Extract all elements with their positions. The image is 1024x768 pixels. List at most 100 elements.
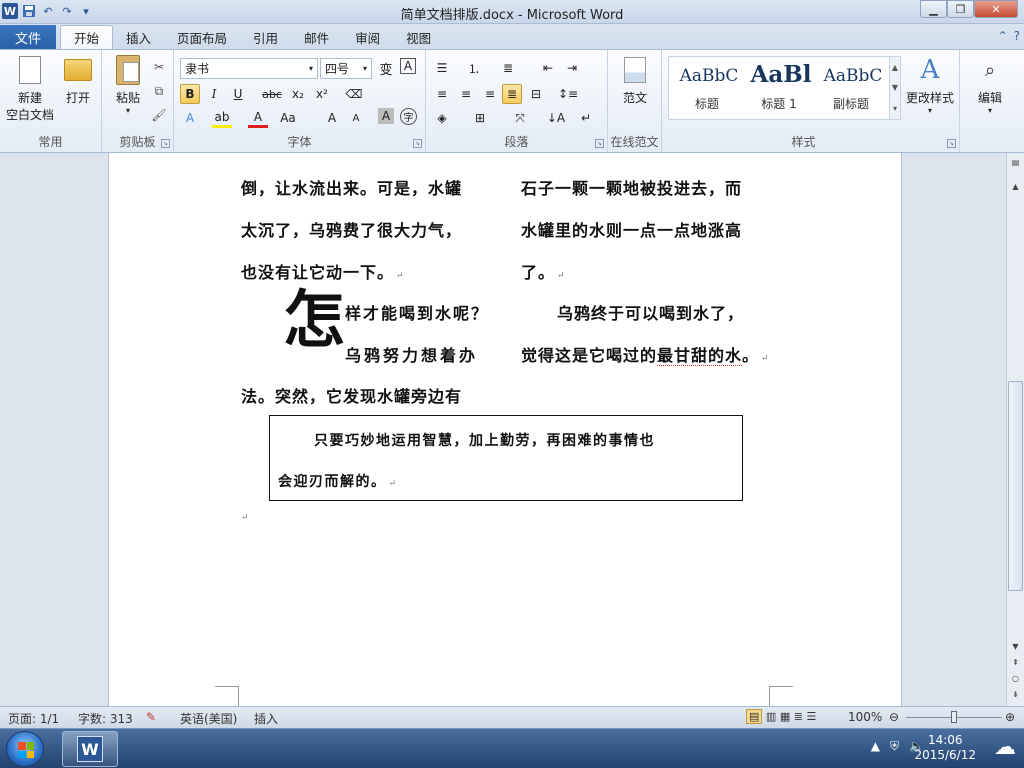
weather-gadget-icon[interactable]: ☁ <box>994 735 1016 760</box>
underline-button[interactable]: U <box>228 84 248 104</box>
scroll-up-icon[interactable]: ▲ <box>1009 181 1022 193</box>
print-layout-icon[interactable]: ▤ <box>746 709 763 724</box>
style-item-heading1[interactable]: AaBl 标题 1 <box>743 59 815 117</box>
align-right-icon[interactable]: ≡ <box>480 84 500 104</box>
increase-indent-icon[interactable]: ⇥ <box>562 58 582 78</box>
chinese-layout-icon[interactable]: ⤧ <box>510 108 530 128</box>
cut-icon[interactable]: ✂ <box>150 58 168 76</box>
chevron-up-icon[interactable]: ▲ <box>892 63 898 72</box>
grow-font-button[interactable]: A <box>322 108 342 128</box>
ruler-toggle-icon[interactable]: ▤ <box>1009 157 1022 169</box>
text-effects-icon[interactable]: A <box>180 108 200 128</box>
decrease-indent-icon[interactable]: ⇤ <box>538 58 558 78</box>
tab-mailings[interactable]: 邮件 <box>291 25 342 49</box>
line-spacing-icon[interactable]: ↕≡ <box>558 84 578 104</box>
character-border-icon[interactable]: A <box>400 58 416 74</box>
bullets-icon[interactable]: ☰ <box>432 58 452 78</box>
change-styles-icon: A <box>920 55 940 85</box>
bold-button[interactable]: B <box>180 84 200 104</box>
chevron-down-icon[interactable]: ▼ <box>892 83 898 92</box>
minimize-ribbon-icon[interactable]: ⌃ <box>998 29 1008 43</box>
scroll-down-icon[interactable]: ▼ <box>1009 641 1022 653</box>
close-icon[interactable]: ✕ <box>974 0 1018 18</box>
help-icon[interactable]: ? <box>1014 29 1020 43</box>
page-count[interactable]: 页面: 1/1 <box>8 710 59 727</box>
zoom-slider-knob[interactable] <box>951 711 957 723</box>
clear-formatting-icon[interactable]: ⌫ <box>344 84 364 104</box>
previous-page-icon[interactable]: ⇞ <box>1009 657 1022 669</box>
format-painter-icon[interactable]: 🖌 <box>150 106 168 124</box>
italic-button[interactable]: I <box>204 84 224 104</box>
strikethrough-button[interactable]: abc <box>262 84 282 104</box>
draft-icon[interactable]: ☰ <box>806 710 816 723</box>
subscript-button[interactable]: x₂ <box>288 84 308 104</box>
tab-file[interactable]: 文件 <box>0 25 56 49</box>
tab-view[interactable]: 视图 <box>393 25 444 49</box>
outline-icon[interactable]: ≣ <box>794 710 803 723</box>
style-item-subtitle[interactable]: AaBbC 副标题 <box>815 59 887 117</box>
document-page[interactable]: 倒，让水流出来。可是，水罐 太沉了，乌鸦费了很大力气， 也没有让它动一下。 ↵ 石… <box>108 153 902 706</box>
tab-review[interactable]: 审阅 <box>342 25 393 49</box>
restore-icon[interactable]: ❐ <box>947 0 974 18</box>
quote-textbox[interactable]: 只要巧妙地运用智慧，加上勤劳，再困难的事情也 会迎刃而解的。 ↵ <box>269 415 743 501</box>
taskbar-word-button[interactable]: W <box>62 731 118 767</box>
zoom-level[interactable]: 100% <box>848 710 882 724</box>
show-hidden-icons-icon[interactable]: ▲ <box>871 739 880 754</box>
more-icon[interactable]: ▾ <box>893 104 897 113</box>
language-indicator[interactable]: 英语(美国) <box>180 710 237 727</box>
insert-mode[interactable]: 插入 <box>254 710 278 727</box>
enclose-characters-icon[interactable]: 字 <box>400 108 417 125</box>
vertical-scrollbar[interactable]: ▤ ▲ ▼ ⇞ ○ ⇟ <box>1006 153 1024 706</box>
paste-button[interactable]: 粘贴 ▾ <box>106 54 150 115</box>
change-case-button[interactable]: Aa <box>278 108 298 128</box>
highlight-icon[interactable]: ab <box>212 108 232 128</box>
full-screen-reading-icon[interactable]: ▥ <box>766 710 776 723</box>
font-color-icon[interactable]: A <box>248 108 268 128</box>
zoom-in-icon[interactable]: ⊕ <box>1005 710 1015 724</box>
tab-references[interactable]: 引用 <box>240 25 291 49</box>
web-layout-icon[interactable]: ▦ <box>780 710 790 723</box>
superscript-button[interactable]: x² <box>312 84 332 104</box>
select-browse-object-icon[interactable]: ○ <box>1009 673 1022 685</box>
shrink-font-button[interactable]: A <box>346 108 366 128</box>
sample-essay-button[interactable]: 范文 <box>616 54 654 106</box>
tab-page-layout[interactable]: 页面布局 <box>164 25 240 49</box>
font-launcher-icon[interactable]: ↘ <box>413 139 422 148</box>
numbering-icon[interactable]: ⒈ <box>464 58 484 78</box>
system-clock[interactable]: 14:06 2015/6/12 <box>914 733 976 763</box>
proofing-icon[interactable]: ✎ <box>146 710 156 724</box>
change-styles-button[interactable]: A 更改样式 ▾ <box>902 54 958 115</box>
font-name-combo[interactable]: 隶书 ▾ <box>180 58 318 79</box>
left-column-line: 法。突然，它发现水罐旁边有 <box>241 387 463 406</box>
show-marks-icon[interactable]: ↵ <box>576 108 596 128</box>
style-item-title[interactable]: AaBbC 标题 <box>671 59 743 117</box>
character-shading-icon[interactable]: A <box>378 108 394 124</box>
shading-icon[interactable]: ◈ <box>432 108 452 128</box>
clipboard-launcher-icon[interactable]: ↘ <box>161 139 170 148</box>
word-count[interactable]: 字数: 313 <box>78 710 133 727</box>
minimize-icon[interactable]: ▁ <box>920 0 947 18</box>
next-page-icon[interactable]: ⇟ <box>1009 689 1022 701</box>
styles-launcher-icon[interactable]: ↘ <box>947 139 956 148</box>
zoom-out-icon[interactable]: ⊖ <box>889 710 899 724</box>
align-center-icon[interactable]: ≡ <box>456 84 476 104</box>
multilevel-list-icon[interactable]: ≣ <box>498 58 518 78</box>
distributed-icon[interactable]: ⊟ <box>526 84 546 104</box>
security-shield-icon[interactable]: ⛨ <box>890 739 899 754</box>
scroll-thumb[interactable] <box>1008 381 1023 591</box>
align-left-icon[interactable]: ≡ <box>432 84 452 104</box>
phonetic-guide-icon[interactable]: 变 <box>376 58 396 78</box>
sort-icon[interactable]: ↓A <box>546 108 566 128</box>
tab-insert[interactable]: 插入 <box>113 25 164 49</box>
styles-scroll[interactable]: ▲ ▼ ▾ <box>889 56 901 120</box>
open-button[interactable]: 打开 <box>58 54 98 106</box>
font-size-combo[interactable]: 四号 ▾ <box>320 58 372 79</box>
start-button[interactable] <box>6 731 44 767</box>
copy-icon[interactable]: ⧉ <box>150 82 168 100</box>
new-blank-document-button[interactable]: 新建 空白文档 <box>6 54 54 123</box>
justify-icon[interactable]: ≣ <box>502 84 522 104</box>
editing-button[interactable]: ⌕ 编辑 ▾ <box>966 54 1014 116</box>
paragraph-launcher-icon[interactable]: ↘ <box>595 139 604 148</box>
borders-icon[interactable]: ⊞ <box>470 108 490 128</box>
tab-home[interactable]: 开始 <box>60 25 114 49</box>
